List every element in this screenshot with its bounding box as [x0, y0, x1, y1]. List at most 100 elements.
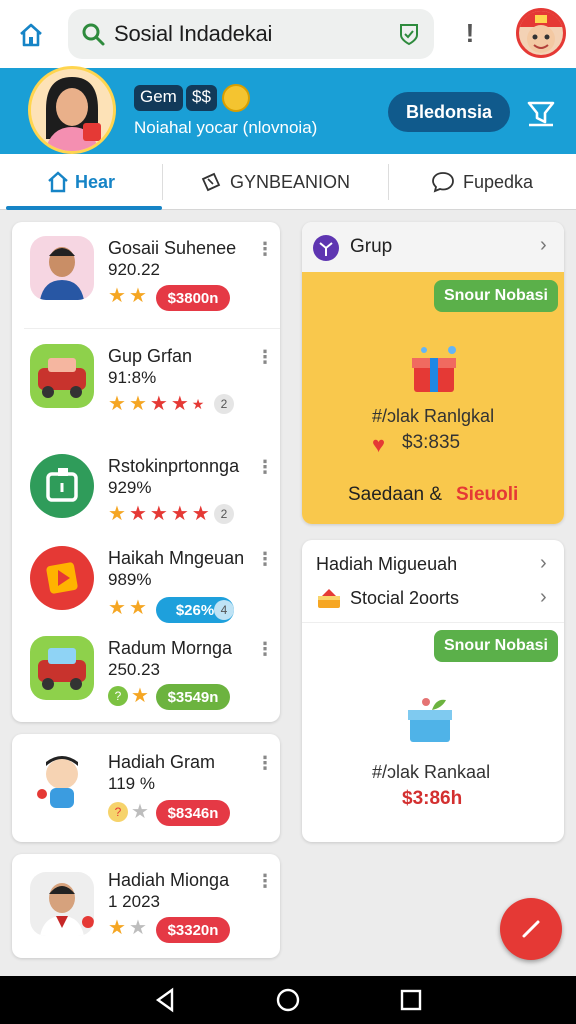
rating-stars: ★ ★ ★ ★ ★	[108, 503, 210, 525]
tab-bar: Hear GYNBEANION Fupedka	[0, 154, 576, 210]
camera-icon	[30, 454, 94, 518]
chevron-right-icon[interactable]: ›	[540, 586, 547, 609]
active-tab-indicator	[6, 206, 162, 210]
edit-fab-button[interactable]	[500, 898, 562, 960]
banner-subtitle: Noiahal yocar (nlovnoia)	[134, 118, 318, 137]
more-menu-icon[interactable]: ⋮	[256, 348, 274, 366]
more-menu-icon[interactable]: ⋮	[256, 640, 274, 658]
list-item[interactable]: Rstokinprtonnga 929% ⋮ ★ ★ ★ ★ ★ 2	[12, 440, 280, 536]
tab-label: GYNBEANION	[229, 171, 351, 192]
tab-gynbeanion[interactable]: GYNBEANION	[162, 154, 388, 210]
list-item[interactable]: Gup Grfan 91:8% ⋮ ★ ★ ★ ★ ★ 2	[12, 330, 280, 426]
item-subtitle: 929%	[108, 478, 152, 497]
group-icon	[313, 235, 339, 261]
system-nav-bar	[0, 976, 576, 1024]
gift-box-icon	[408, 698, 452, 742]
search-bar[interactable]: Sosial Indadekai	[68, 9, 434, 59]
price-badge: $3320n	[156, 917, 230, 943]
pencil-icon	[522, 920, 540, 938]
list-item[interactable]: Hadiah Gram 119 % ⋮ ? ★ $8346n	[12, 734, 280, 830]
rating-stars: ★ ★ ★ ★ ★	[108, 393, 205, 415]
card-label: #/ɔlak Rankaal	[372, 762, 491, 782]
rating-stars: ★ ★	[108, 597, 147, 619]
tab-fupedka[interactable]: Fupedka	[388, 154, 576, 210]
tab-home[interactable]: Hear	[0, 154, 162, 210]
avatar	[30, 236, 94, 300]
item-title: Rstokinprtonnga	[108, 456, 240, 476]
list-item[interactable]: Hadiah Mionga 1 2023 ⋮ ★ ★ $3320n	[12, 854, 280, 950]
back-icon[interactable]	[152, 987, 178, 1013]
item-subtitle: 989%	[108, 570, 152, 589]
price-badge: $3800n	[156, 285, 230, 311]
avatar[interactable]	[516, 8, 566, 58]
gem-tag: Gem	[134, 85, 183, 111]
list-item[interactable]: Gosaii Suhenee 920.22 ⋮ ★ ★ $3800n	[12, 222, 280, 318]
more-menu-icon[interactable]: ⋮	[256, 872, 274, 890]
mascot-icon	[30, 752, 94, 816]
promo-button[interactable]: Snour Nobasi	[434, 280, 558, 312]
card-row: Stocial 2oorts	[350, 588, 460, 608]
item-subtitle: 250.23	[108, 660, 160, 679]
count-badge: 2	[214, 504, 234, 524]
count-badge: 4	[214, 600, 234, 620]
filter-icon[interactable]	[526, 98, 556, 128]
chevron-right-icon[interactable]: ›	[540, 552, 547, 575]
top-bar: Sosial Indadekai !	[0, 0, 576, 68]
info-badge: ?	[108, 686, 128, 706]
list-item[interactable]: Haikah Mngeuan 989% ⋮ ★ ★ $26% 4	[12, 532, 280, 628]
price-badge: $8346n	[156, 800, 230, 826]
card-title: Hadiah Migueuah	[316, 554, 458, 574]
card-footer-a: Saedaan &	[348, 484, 443, 505]
card-price: $3:86h	[402, 788, 463, 809]
cake-icon	[318, 589, 340, 608]
profile-banner: Gem $$ Noiahal yocar (nlovnoia) Bledonsi…	[0, 66, 576, 154]
gift-box-icon	[412, 346, 456, 392]
car-icon	[30, 636, 94, 700]
reward-card[interactable]: Hadiah Migueuah › Stocial 2oorts › Snour…	[302, 540, 564, 842]
more-menu-icon[interactable]: !	[460, 18, 480, 49]
rating-stars: ? ★	[108, 686, 149, 706]
tab-label: Hear	[74, 171, 116, 192]
list-item[interactable]: Radum Mornga 250.23 ⋮ ? ★ $3549n	[12, 626, 280, 722]
rating-stars: ★ ★	[108, 917, 147, 939]
card-footer-b: Sieuoli	[456, 484, 519, 505]
banner-action-button[interactable]: Bledonsia	[388, 92, 510, 132]
item-title: Gosaii Suhenee	[108, 238, 237, 258]
shield-check-icon[interactable]	[398, 22, 420, 46]
more-menu-icon[interactable]: ⋮	[256, 458, 274, 476]
group-card[interactable]: Grup › Snour Nobasi #/ɔlak Ranlgkal ♥ $3…	[302, 222, 564, 524]
card-header	[302, 222, 564, 272]
home-nav-icon[interactable]	[275, 987, 301, 1013]
heart-icon: ♥	[372, 432, 386, 457]
currency-tag: $$	[186, 85, 217, 111]
tab-label: Fupedka	[462, 171, 534, 192]
list-card: Hadiah Gram 119 % ⋮ ? ★ $8346n	[12, 734, 280, 842]
item-subtitle: 119 %	[108, 774, 155, 793]
card-title: Grup	[350, 236, 393, 257]
search-icon	[82, 23, 105, 46]
item-title: Hadiah Mionga	[108, 870, 230, 890]
chevron-right-icon[interactable]: ›	[540, 234, 547, 257]
more-menu-icon[interactable]: ⋮	[256, 754, 274, 772]
card-label: #/ɔlak Ranlgkal	[372, 406, 495, 426]
chat-icon	[432, 172, 454, 193]
more-menu-icon[interactable]: ⋮	[256, 240, 274, 258]
home-icon[interactable]	[14, 18, 48, 52]
car-icon	[30, 344, 94, 408]
more-menu-icon[interactable]: ⋮	[256, 550, 274, 568]
home-icon	[48, 171, 68, 193]
play-icon	[30, 546, 94, 610]
recents-icon[interactable]	[398, 987, 424, 1013]
list-card: Hadiah Mionga 1 2023 ⋮ ★ ★ $3320n	[12, 854, 280, 958]
rating-stars: ★ ★	[108, 285, 147, 307]
rating-stars: ? ★	[108, 802, 149, 822]
item-title: Radum Mornga	[108, 638, 233, 658]
profile-photo[interactable]	[28, 66, 116, 154]
item-subtitle: 1 2023	[108, 892, 160, 911]
list-card: Gosaii Suhenee 920.22 ⋮ ★ ★ $3800n Gup Gr…	[12, 222, 280, 722]
item-title: Gup Grfan	[108, 346, 193, 366]
item-title: Haikah Mngeuan	[108, 548, 245, 568]
avatar	[30, 872, 94, 936]
promo-button[interactable]: Snour Nobasi	[434, 630, 558, 662]
search-input[interactable]: Sosial Indadekai	[114, 21, 272, 47]
